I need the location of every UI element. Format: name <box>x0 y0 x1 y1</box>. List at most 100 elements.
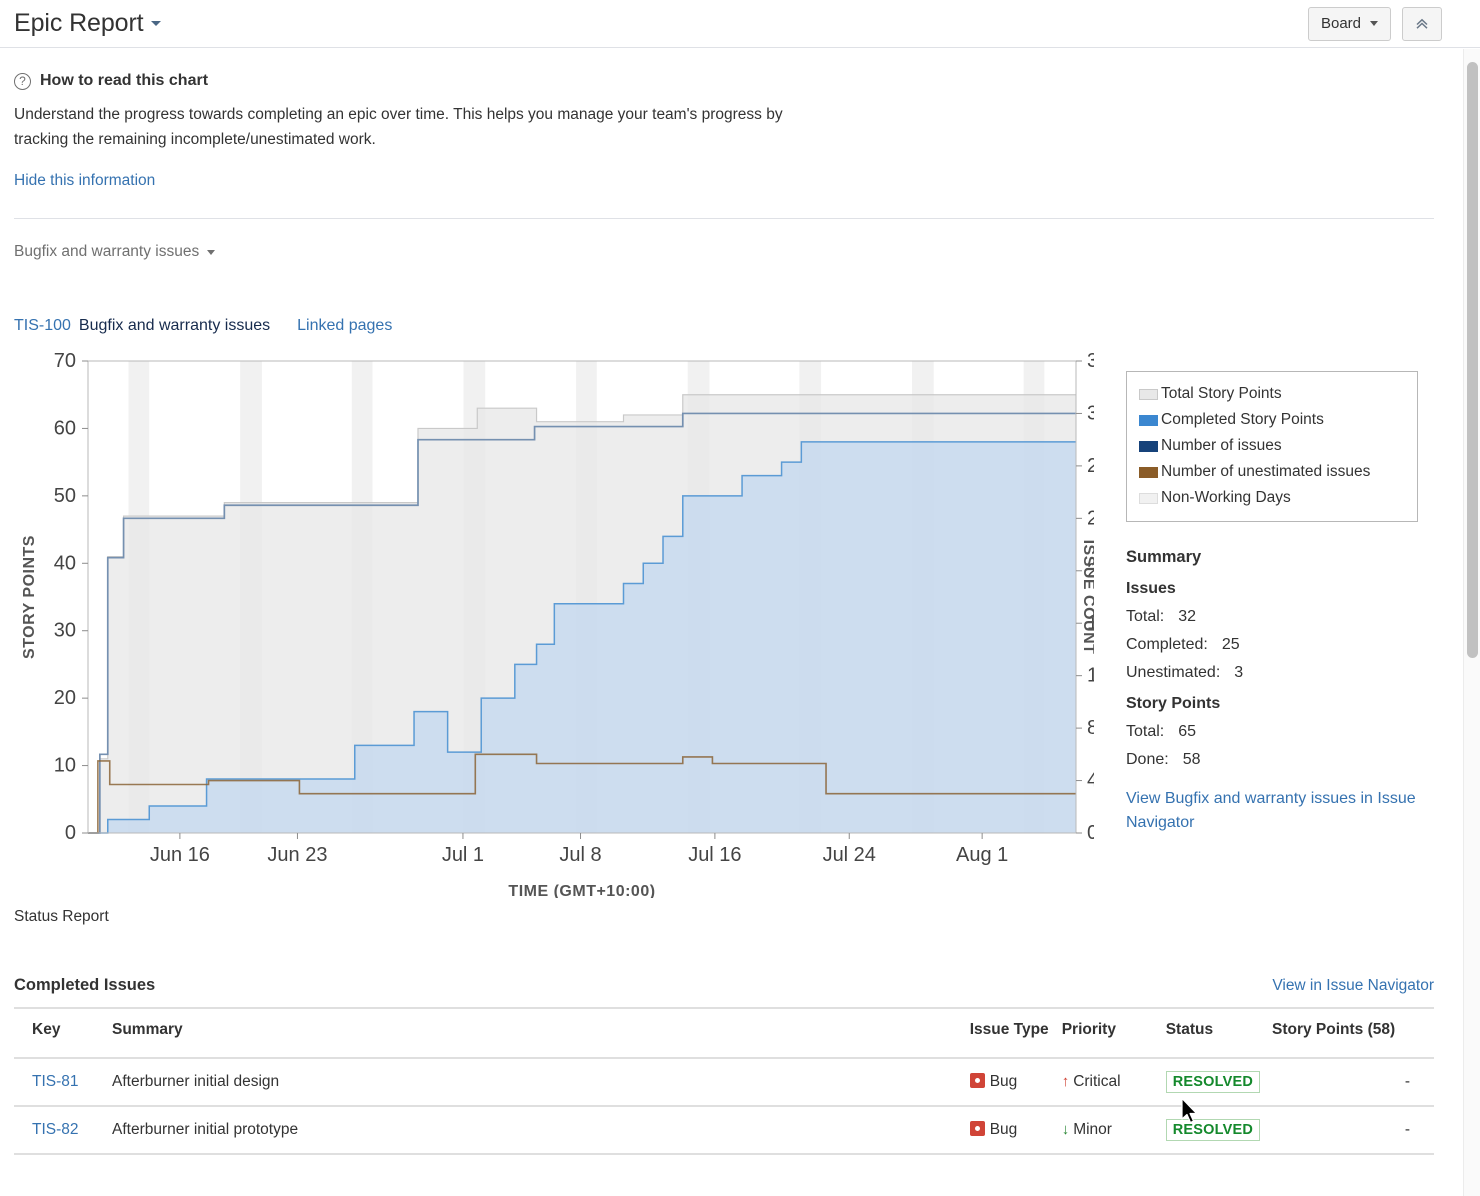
board-button[interactable]: Board <box>1308 7 1391 41</box>
cell-issue-type: Bug <box>964 1106 1056 1154</box>
column-header-status[interactable]: Status <box>1160 1008 1266 1058</box>
stat-value: 3 <box>1230 664 1243 682</box>
cell-story-points: - <box>1266 1106 1434 1154</box>
stat-label: Completed: <box>1126 636 1208 654</box>
y2-axis-tick-label: 4 <box>1087 770 1094 792</box>
x-axis-tick-label: Jul 8 <box>559 844 601 866</box>
x-axis-tick-label: Jul 16 <box>688 844 741 866</box>
y-axis-tick-label: 70 <box>54 353 76 372</box>
double-chevron-up-icon <box>1414 16 1430 32</box>
story-point-stats: Total:65 Done:58 <box>1126 723 1434 769</box>
legend-label: Number of unestimated issues <box>1161 459 1370 485</box>
arrow-down-icon: ↓ <box>1062 1121 1070 1138</box>
y2-axis-tick-label: 0 <box>1087 822 1094 844</box>
how-to-read-heading-text: How to read this chart <box>40 72 208 90</box>
bug-icon <box>970 1073 985 1088</box>
column-header-summary[interactable]: Summary <box>106 1008 964 1058</box>
legend-swatch <box>1139 441 1158 452</box>
linked-pages-link[interactable]: Linked pages <box>297 317 392 335</box>
priority-label: Minor <box>1073 1121 1112 1138</box>
x-axis-tick-label: Jun 23 <box>267 844 327 866</box>
completed-issues-table: Key Summary Issue Type Priority Status S… <box>14 1007 1434 1155</box>
column-header-key[interactable]: Key <box>14 1008 106 1058</box>
stat-value: 65 <box>1174 723 1196 741</box>
vertical-scrollbar[interactable] <box>1463 49 1480 1196</box>
collapse-button[interactable] <box>1402 7 1442 41</box>
summary-heading: Summary <box>1126 548 1434 567</box>
y2-axis-tick-label: 32 <box>1087 402 1094 424</box>
view-in-issue-navigator-link[interactable]: View Bugfix and warranty issues in Issue… <box>1126 787 1426 835</box>
cell-status: RESOLVED <box>1160 1058 1266 1106</box>
issue-type-label: Bug <box>990 1073 1018 1090</box>
column-header-priority[interactable]: Priority <box>1056 1008 1160 1058</box>
board-button-label: Board <box>1321 15 1361 32</box>
top-bar-actions: Board <box>1308 7 1466 41</box>
section-divider <box>14 218 1434 219</box>
table-body: TIS-81Afterburner initial designBug↑Crit… <box>14 1058 1434 1154</box>
y-axis-tick-label: 60 <box>54 417 76 439</box>
issues-heading: Issues <box>1126 580 1434 598</box>
issue-stat-row: Unestimated:3 <box>1126 664 1434 682</box>
cell-issue-type: Bug <box>964 1058 1056 1106</box>
page-content: ? How to read this chart Understand the … <box>0 48 1480 1155</box>
issue-stat-row: Total:32 <box>1126 608 1434 626</box>
chevron-down-icon <box>207 250 215 255</box>
legend-label: Completed Story Points <box>1161 407 1324 433</box>
how-to-read-heading: ? How to read this chart <box>14 72 1466 90</box>
epic-selector[interactable]: Bugfix and warranty issues <box>14 243 215 261</box>
scrollbar-thumb[interactable] <box>1467 62 1478 658</box>
y-axis-tick-label: 0 <box>65 822 76 844</box>
story-point-stat-row: Total:65 <box>1126 723 1434 741</box>
epic-key-link[interactable]: TIS-100 <box>14 317 71 335</box>
x-axis-title: TIME (GMT+10:00) <box>508 883 655 898</box>
issue-key-link[interactable]: TIS-81 <box>32 1073 79 1090</box>
status-report-label: Status Report <box>14 908 1466 926</box>
issue-key-link[interactable]: TIS-82 <box>32 1121 79 1138</box>
y2-axis-tick-label: 36 <box>1087 353 1094 372</box>
y2-axis-tick-label: 12 <box>1087 665 1094 687</box>
column-header-issue-type[interactable]: Issue Type <box>964 1008 1056 1058</box>
legend-swatch <box>1139 467 1158 478</box>
y2-axis-title: ISSUE COUNT <box>1080 540 1094 655</box>
priority-label: Critical <box>1073 1073 1120 1090</box>
y2-axis-tick-label: 8 <box>1087 717 1094 739</box>
legend-item: Completed Story Points <box>1139 407 1405 433</box>
legend-item: Non-Working Days <box>1139 485 1405 511</box>
x-axis-tick-label: Jun 16 <box>150 844 210 866</box>
chart-legend: Total Story PointsCompleted Story Points… <box>1126 371 1418 522</box>
table-head: Key Summary Issue Type Priority Status S… <box>14 1008 1434 1058</box>
issue-stats: Total:32 Completed: 25 Unestimated:3 <box>1126 608 1434 682</box>
how-to-read-body: Understand the progress towards completi… <box>14 102 824 152</box>
y-axis-title: STORY POINTS <box>21 535 38 659</box>
view-in-issue-navigator-table-link[interactable]: View in Issue Navigator <box>1272 977 1434 995</box>
table-row[interactable]: TIS-82 Afterburner initial prototypeBug ↓M… <box>14 1106 1434 1154</box>
legend-item: Number of issues <box>1139 433 1405 459</box>
status-badge: RESOLVED <box>1166 1119 1260 1141</box>
chevron-down-icon[interactable] <box>151 21 161 26</box>
stat-value: 58 <box>1179 751 1201 769</box>
x-axis-tick-label: Jul 24 <box>823 844 876 866</box>
legend-swatch <box>1139 415 1158 426</box>
hide-information-link[interactable]: Hide this information <box>14 172 155 190</box>
chart-canvas: 01020304050607004812162024283236Jun 16Ju… <box>14 353 1094 898</box>
stat-label: Total: <box>1126 608 1164 626</box>
stat-value: 25 <box>1218 636 1240 654</box>
legend-item: Number of unestimated issues <box>1139 459 1405 485</box>
y-axis-tick-label: 40 <box>54 552 76 574</box>
table-row[interactable]: TIS-81Afterburner initial designBug↑Crit… <box>14 1058 1434 1106</box>
y-axis-tick-label: 50 <box>54 485 76 507</box>
cell-summary: Afterburner initial prototype <box>106 1106 964 1154</box>
legend-swatch <box>1139 493 1158 504</box>
cell-summary: Afterburner initial design <box>106 1058 964 1106</box>
x-axis-tick-label: Aug 1 <box>956 844 1008 866</box>
legend-label: Non-Working Days <box>1161 485 1291 511</box>
epic-summary-text: Bugfix and warranty issues <box>79 317 270 335</box>
page-title: Epic Report <box>14 9 161 38</box>
top-bar: Epic Report Board <box>0 0 1480 48</box>
column-header-story-points[interactable]: Story Points (58) <box>1266 1008 1434 1058</box>
cell-story-points: - <box>1266 1058 1434 1106</box>
story-point-stat-row: Done:58 <box>1126 751 1434 769</box>
legend-item: Total Story Points <box>1139 381 1405 407</box>
how-to-read-panel: ? How to read this chart Understand the … <box>14 48 1466 190</box>
completed-issues-header: Completed Issues View in Issue Navigator <box>14 976 1434 995</box>
